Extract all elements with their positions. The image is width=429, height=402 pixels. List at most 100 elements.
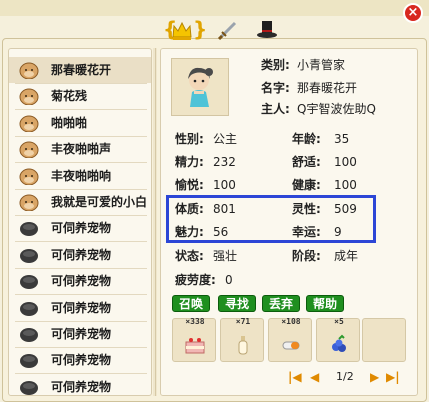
pet-avatar	[171, 58, 229, 116]
gender-value: 公主	[213, 132, 238, 146]
bald-head-icon	[19, 194, 39, 211]
pet-owner-value: Q宇智波佐助Q	[297, 102, 376, 116]
joy-value: 100	[213, 178, 236, 192]
pet-list-item-label: 可伺养宠物	[51, 247, 112, 262]
pet-list-item-label: 可伺养宠物	[51, 274, 112, 289]
empty-slot-icon	[20, 328, 38, 342]
pet-list-item-label: 可伺养宠物	[51, 300, 112, 315]
pet-list-item[interactable]: 啪啪啪	[9, 110, 151, 136]
pet-list-item[interactable]: 可伺养宠物	[9, 268, 151, 294]
item-count: ×108	[281, 317, 301, 326]
bald-head-icon	[19, 88, 39, 106]
state-label: 状态:	[175, 249, 204, 263]
item-slot-empty[interactable]	[362, 318, 406, 362]
energy-label: 精力:	[175, 155, 204, 169]
cake-icon	[185, 338, 205, 354]
pet-list-item-label: 丰夜啪啪声	[51, 142, 112, 157]
pill-icon	[282, 341, 300, 350]
help-button[interactable]: 帮助	[306, 295, 344, 312]
page-indicator: 1/2	[336, 370, 354, 383]
list-scrollbar-line	[155, 48, 156, 396]
hat-icon	[257, 21, 277, 38]
health-value: 100	[334, 178, 357, 192]
pet-list-item[interactable]: 丰夜啪啪响	[9, 163, 151, 189]
empty-slot-icon	[20, 275, 38, 290]
pet-list-item[interactable]: 可伺养宠物	[9, 242, 151, 268]
gender-label: 性别:	[175, 132, 204, 146]
pet-owner-label: 主人:	[261, 102, 290, 116]
stage-label: 阶段:	[292, 249, 321, 263]
stage-value: 成年	[334, 249, 359, 263]
charm-label: 魅力:	[175, 225, 204, 239]
pet-list-item-label: 菊花残	[51, 89, 88, 104]
pet-list-item-label: 可伺养宠物	[51, 353, 112, 368]
empty-slot-icon	[20, 301, 38, 316]
pet-list: 那春暖花开 菊花残 啪啪啪 丰夜啪啪声 丰夜啪啪响 我就是可爱的小白 可伺养宠物 可伺养宠物可…	[8, 48, 152, 396]
pet-list-item[interactable]: 可伺养宠物	[9, 374, 151, 395]
bald-head-icon	[19, 168, 39, 185]
discard-button[interactable]: 丢弃	[262, 295, 300, 312]
find-button[interactable]: 寻找	[218, 295, 256, 312]
empty-slot-icon	[20, 222, 38, 237]
bald-head-icon	[19, 141, 39, 159]
pet-list-item-label: 啪啪啪	[51, 115, 88, 130]
summon-button[interactable]: 召唤	[172, 295, 210, 312]
comfort-label: 舒适:	[292, 155, 321, 169]
bottle-icon	[238, 336, 248, 355]
item-slot-pill[interactable]: ×108	[268, 317, 312, 362]
crown-icon	[172, 21, 192, 40]
pet-list-item[interactable]: 可伺养宠物	[9, 347, 151, 373]
item-slot-cake[interactable]: ×338	[172, 317, 216, 362]
sword-icon	[217, 21, 237, 41]
pet-list-item[interactable]: 丰夜啪啪声	[9, 136, 151, 162]
tab-pet-info[interactable]: { }	[163, 18, 207, 42]
window-top-strip	[0, 0, 429, 16]
pet-list-item[interactable]: 菊花残	[9, 83, 151, 109]
pet-list-item[interactable]: 可伺养宠物	[9, 295, 151, 321]
close-button[interactable]: ×	[403, 3, 423, 23]
empty-slot-icon	[20, 380, 38, 395]
pet-list-item-label: 丰夜啪啪响	[51, 168, 112, 183]
item-slot-blueberry[interactable]: ×5	[316, 317, 360, 362]
fatigue-label: 疲劳度:	[175, 273, 216, 287]
bald-head-icon	[19, 115, 39, 132]
pet-name-value: 那春暖花开	[297, 81, 358, 95]
pet-list-item[interactable]: 我就是可爱的小白	[9, 189, 151, 215]
item-count: ×5	[334, 317, 344, 326]
last-page-icon[interactable]: ▶|	[386, 370, 400, 384]
spirit-value: 509	[334, 202, 357, 216]
pet-list-item-label: 我就是可爱的小白	[51, 195, 148, 209]
pet-list-item[interactable]: 可伺养宠物	[9, 215, 151, 241]
physique-label: 体质:	[175, 202, 204, 216]
item-count: ×338	[185, 317, 205, 326]
joy-label: 愉悦:	[175, 178, 204, 192]
pet-list-item-label: 可伺养宠物	[51, 379, 112, 394]
state-value: 强壮	[213, 249, 238, 263]
empty-slot-icon	[20, 248, 38, 263]
item-slot-bottle[interactable]: ×71	[220, 317, 264, 362]
first-page-icon[interactable]: |◀	[288, 370, 302, 384]
pet-list-item[interactable]: 那春暖花开	[9, 57, 151, 83]
close-icon: ×	[407, 5, 419, 20]
luck-label: 幸运:	[292, 225, 321, 239]
spirit-label: 灵性:	[292, 202, 321, 216]
pet-name-label: 名字:	[261, 81, 290, 95]
pet-portrait-icon	[188, 67, 213, 107]
tab-bracket-right-icon: }	[193, 17, 208, 41]
comfort-value: 100	[334, 155, 357, 169]
health-label: 健康:	[292, 178, 321, 192]
pet-type-value: 小青管家	[297, 58, 346, 72]
physique-value: 801	[213, 202, 236, 216]
pet-list-item-label: 可伺养宠物	[51, 327, 112, 341]
age-label: 年龄:	[292, 132, 321, 146]
next-page-icon[interactable]: ▶	[370, 370, 379, 384]
tab-dress[interactable]	[255, 18, 279, 42]
tab-equipment[interactable]	[216, 18, 240, 42]
pet-list-item[interactable]: 可伺养宠物	[9, 321, 151, 347]
charm-value: 56	[213, 225, 229, 239]
prev-page-icon[interactable]: ◀	[310, 370, 319, 384]
pet-list-item-label: 那春暖花开	[51, 63, 112, 77]
luck-value: 9	[334, 225, 342, 239]
blueberry-icon	[332, 334, 346, 352]
pet-list-item-label: 可伺养宠物	[51, 221, 112, 236]
